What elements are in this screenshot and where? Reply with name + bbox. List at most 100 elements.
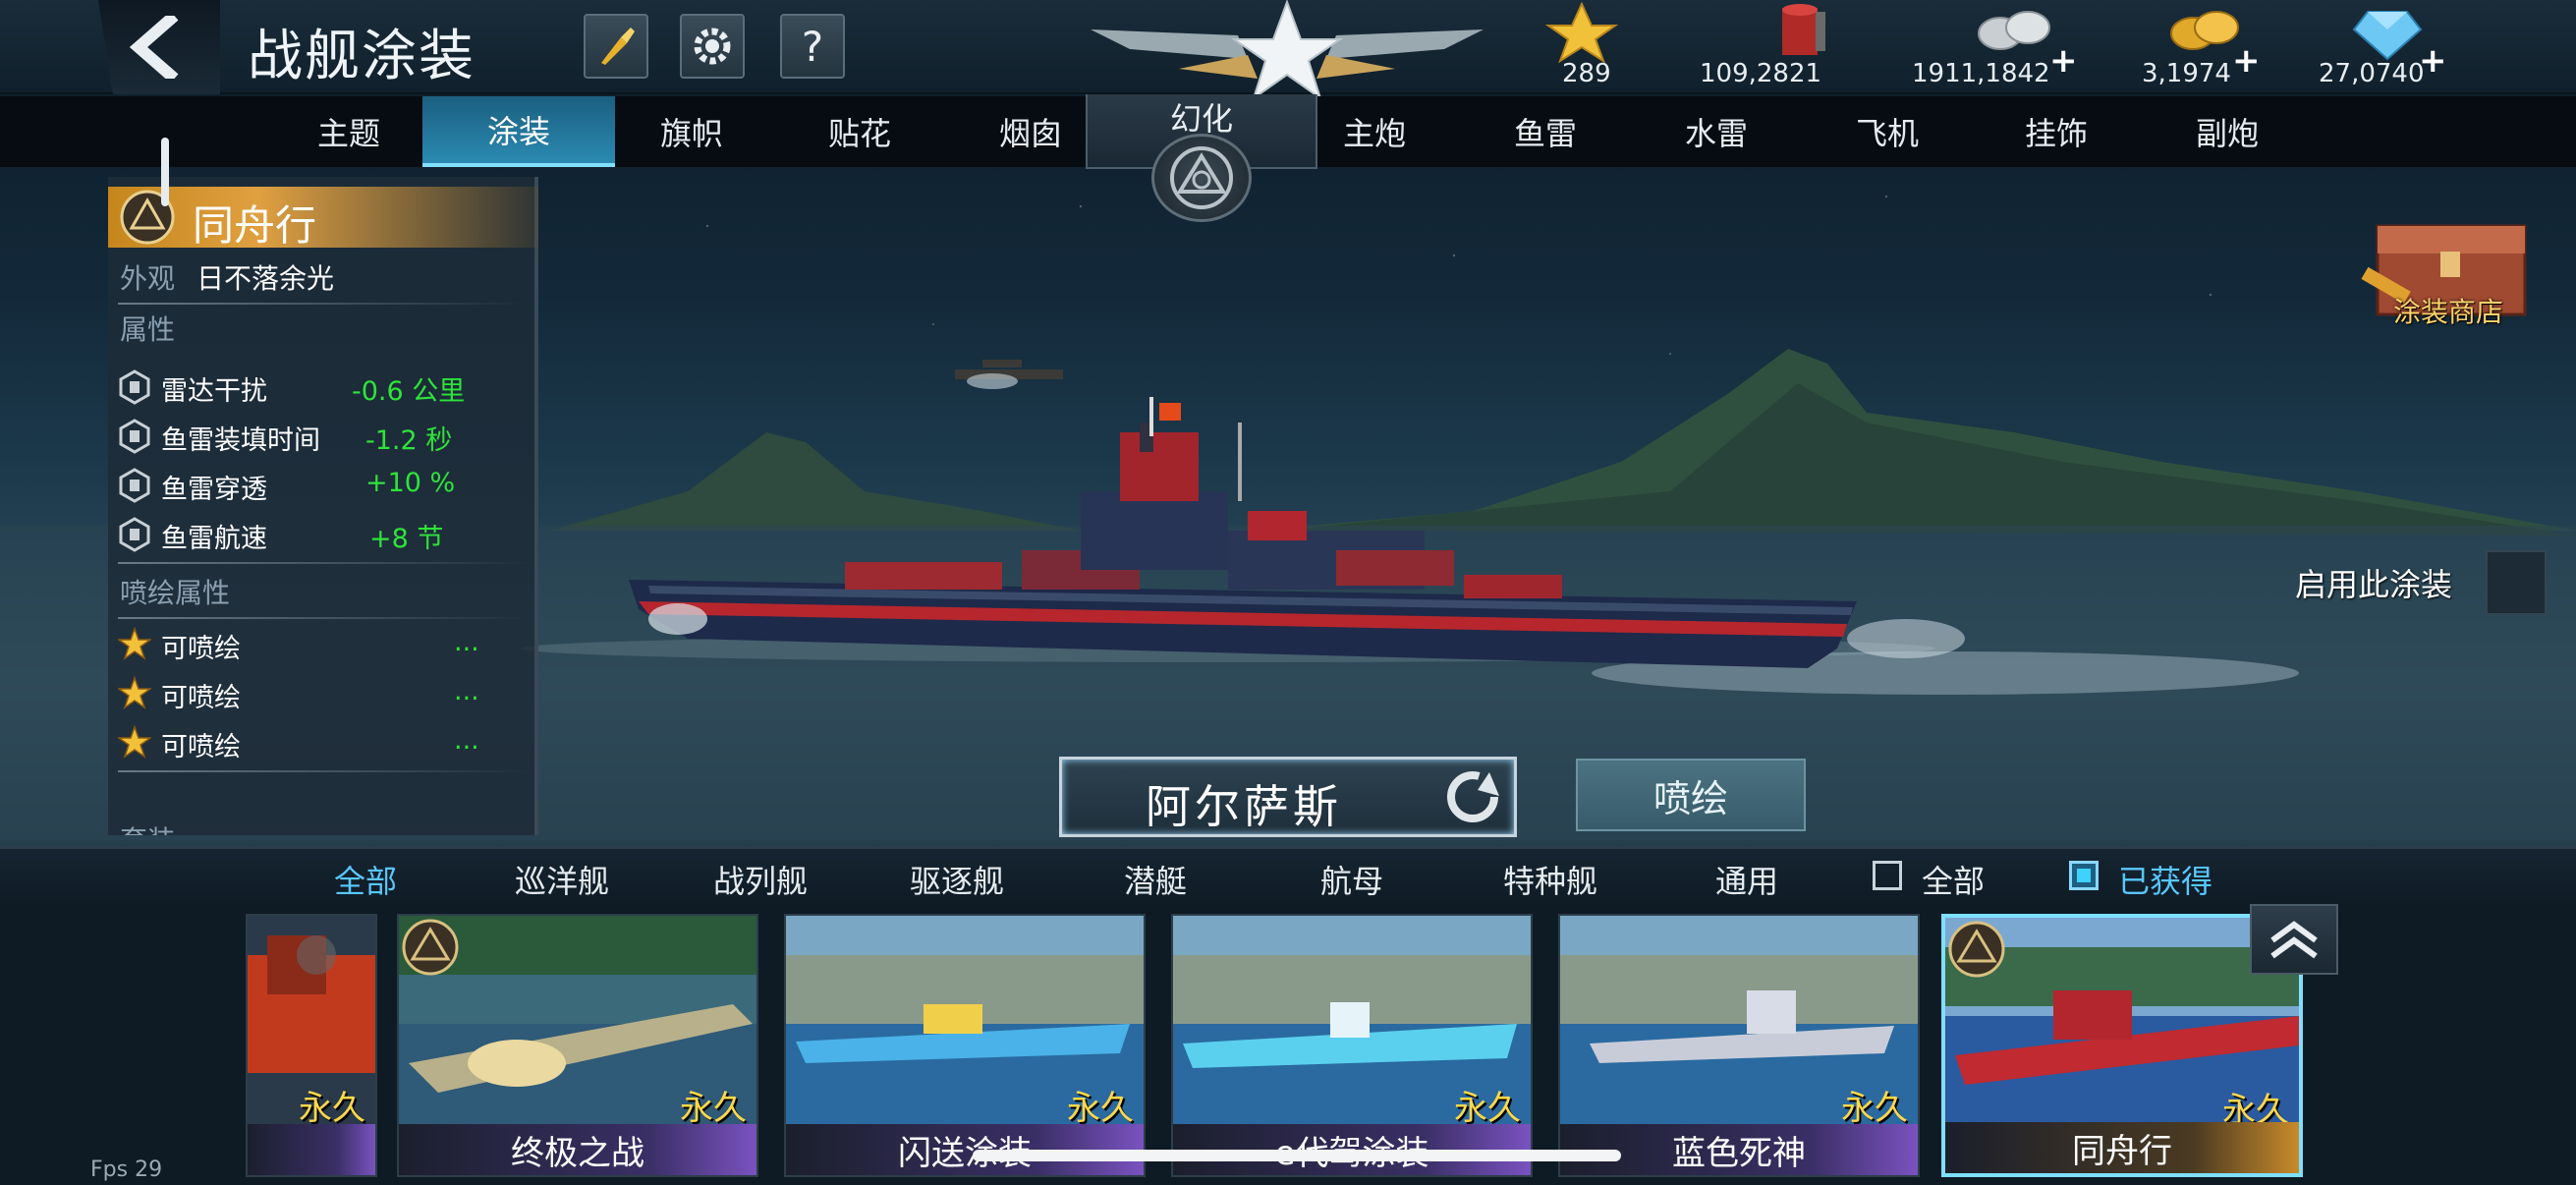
filter-cruiser[interactable]: 巡洋舰 bbox=[515, 857, 609, 902]
top-bar: 战舰涂装 ? 289 109,2821 1911,1842 + 3,1974 +… bbox=[0, 0, 2576, 98]
tab-funnel[interactable]: 烟囱 bbox=[977, 96, 1085, 167]
show-all-checkbox[interactable] bbox=[1873, 861, 1902, 890]
attr-name: 鱼雷穿透 bbox=[161, 475, 267, 505]
spray-button[interactable]: 喷绘 bbox=[1576, 759, 1806, 831]
skin-emblem-icon bbox=[402, 919, 459, 976]
rank-wings-emblem bbox=[1091, 0, 1484, 98]
attr-value: +8 节 bbox=[369, 524, 444, 554]
spray-slot-value: ... bbox=[454, 725, 479, 756]
spray-attributes-label: 喷绘属性 bbox=[120, 577, 231, 609]
divider bbox=[118, 617, 529, 619]
refresh-icon[interactable] bbox=[1442, 766, 1503, 827]
attr-value: -0.6 公里 bbox=[352, 376, 466, 407]
skin-card[interactable]: 永久 e代驾涂装 bbox=[1171, 914, 1533, 1177]
skin-card-name bbox=[248, 1124, 375, 1175]
spray-slot-name: 可喷绘 bbox=[161, 634, 241, 664]
spray-slot-value: ... bbox=[454, 676, 479, 706]
collapse-list-button[interactable] bbox=[2250, 904, 2338, 975]
back-button[interactable] bbox=[98, 0, 220, 94]
owned-checkbox[interactable] bbox=[2069, 861, 2099, 890]
hex-attribute-icon bbox=[119, 517, 150, 552]
star-icon bbox=[118, 676, 151, 709]
enable-skin-label[interactable]: 启用此涂装 bbox=[2295, 560, 2452, 605]
chevron-up-icon bbox=[2270, 921, 2318, 959]
attr-row: 雷达干扰 -0.6 公里 bbox=[114, 366, 536, 409]
settings-button[interactable] bbox=[680, 14, 745, 79]
silver-coins-icon bbox=[1978, 11, 2050, 50]
triangle-emblem-icon bbox=[1170, 146, 1233, 209]
skin-card[interactable]: 永久 终极之战 bbox=[397, 914, 758, 1177]
skin-name: 同舟行 bbox=[193, 201, 317, 250]
tab-flag[interactable]: 旗帜 bbox=[633, 96, 751, 167]
tab-secondary-gun[interactable]: 副炮 bbox=[2173, 96, 2281, 167]
divider bbox=[118, 562, 529, 564]
skin-emblem-icon bbox=[120, 190, 175, 245]
filter-special[interactable]: 特种舰 bbox=[1503, 857, 1597, 902]
filter-destroyer[interactable]: 驱逐舰 bbox=[910, 857, 1004, 902]
paint-brush-icon bbox=[601, 28, 635, 65]
home-indicator[interactable] bbox=[973, 1150, 1621, 1161]
skin-shop-label[interactable]: 涂装商店 bbox=[2393, 291, 2503, 330]
suit-label: 套装 bbox=[120, 819, 175, 835]
resource-value: 1911,1842 bbox=[1912, 59, 2050, 88]
paint-brush-button[interactable] bbox=[584, 14, 648, 79]
attr-name: 鱼雷装填时间 bbox=[161, 425, 320, 456]
tab-mine[interactable]: 水雷 bbox=[1662, 96, 1770, 167]
tab-skin[interactable]: 涂装 bbox=[422, 96, 615, 167]
resource-star: 289 bbox=[1533, 0, 1631, 94]
tab-ornament[interactable]: 挂饰 bbox=[2002, 96, 2110, 167]
star-icon bbox=[118, 725, 151, 759]
ship-type-filter: 全部 巡洋舰 战列舰 驱逐舰 潜艇 航母 特种舰 通用 全部 已获得 bbox=[0, 847, 2576, 904]
resource-silver: 1911,1842 bbox=[1912, 0, 2138, 94]
attr-row: 鱼雷航速 +8 节 bbox=[114, 513, 536, 556]
hex-attribute-icon bbox=[119, 419, 150, 454]
filter-battleship[interactable]: 战列舰 bbox=[713, 857, 808, 902]
enable-skin-toggle[interactable] bbox=[2486, 550, 2547, 615]
aircraft bbox=[955, 360, 1063, 389]
permanent-tag: 永久 bbox=[680, 1089, 747, 1128]
permanent-tag: 永久 bbox=[1841, 1089, 1908, 1128]
spray-slot-name: 可喷绘 bbox=[161, 732, 241, 762]
fps-counter: Fps 29 bbox=[90, 1157, 163, 1182]
add-diamond-button[interactable]: + bbox=[2419, 41, 2447, 81]
spray-row: 可喷绘 ... bbox=[114, 672, 536, 715]
skin-info-panel: 同舟行 外观 日不落余光 属性 雷达干扰 -0.6 公里 鱼雷装填时间 -1.2… bbox=[108, 177, 538, 835]
add-silver-button[interactable]: + bbox=[2049, 41, 2078, 81]
hex-attribute-icon bbox=[119, 468, 150, 503]
attr-row: 鱼雷装填时间 -1.2 秒 bbox=[114, 415, 536, 458]
skin-card[interactable]: 永久 bbox=[246, 914, 377, 1177]
attr-value: +10 % bbox=[365, 468, 456, 498]
back-arrow-icon bbox=[129, 16, 179, 79]
spray-slot-name: 可喷绘 bbox=[161, 683, 241, 713]
filter-submarine[interactable]: 潜艇 bbox=[1124, 857, 1187, 902]
filter-carrier[interactable]: 航母 bbox=[1320, 857, 1383, 902]
add-gold-button[interactable]: + bbox=[2232, 41, 2261, 81]
hex-attribute-icon bbox=[119, 369, 150, 405]
filter-general[interactable]: 通用 bbox=[1715, 857, 1778, 902]
panel-scroll-handle[interactable] bbox=[161, 138, 169, 206]
tab-torpedo[interactable]: 鱼雷 bbox=[1491, 96, 1599, 167]
attr-name: 雷达干扰 bbox=[161, 376, 267, 407]
appearance-label: 外观 bbox=[120, 262, 176, 295]
tab-decal[interactable]: 贴花 bbox=[806, 96, 914, 167]
resource-value: 27,0740 bbox=[2319, 59, 2425, 88]
filter-all[interactable]: 全部 bbox=[334, 857, 397, 902]
show-all-label[interactable]: 全部 bbox=[1922, 857, 1985, 902]
spray-row: 可喷绘 ... bbox=[114, 721, 536, 764]
tab-theme[interactable]: 主题 bbox=[295, 96, 403, 167]
skin-card[interactable]: 永久 闪送涂装 bbox=[784, 914, 1146, 1177]
permanent-tag: 永久 bbox=[299, 1089, 365, 1128]
question-mark-icon: ? bbox=[801, 22, 824, 71]
transform-emblem[interactable] bbox=[1151, 134, 1252, 222]
tab-aircraft[interactable]: 飞机 bbox=[1833, 96, 1941, 167]
page-title: 战舰涂装 bbox=[248, 25, 476, 88]
permanent-tag: 永久 bbox=[1067, 1089, 1134, 1128]
skin-card[interactable]: 永久 蓝色死神 bbox=[1558, 914, 1920, 1177]
help-button[interactable]: ? bbox=[780, 14, 845, 79]
attr-row: 鱼雷穿透 +10 % bbox=[114, 464, 536, 507]
tab-main-gun[interactable]: 主炮 bbox=[1320, 96, 1428, 167]
attributes-label: 属性 bbox=[120, 313, 176, 346]
gear-icon bbox=[694, 28, 731, 65]
skin-card-selected[interactable]: 永久 同舟行 bbox=[1941, 914, 2303, 1177]
owned-label[interactable]: 已获得 bbox=[2118, 857, 2212, 902]
